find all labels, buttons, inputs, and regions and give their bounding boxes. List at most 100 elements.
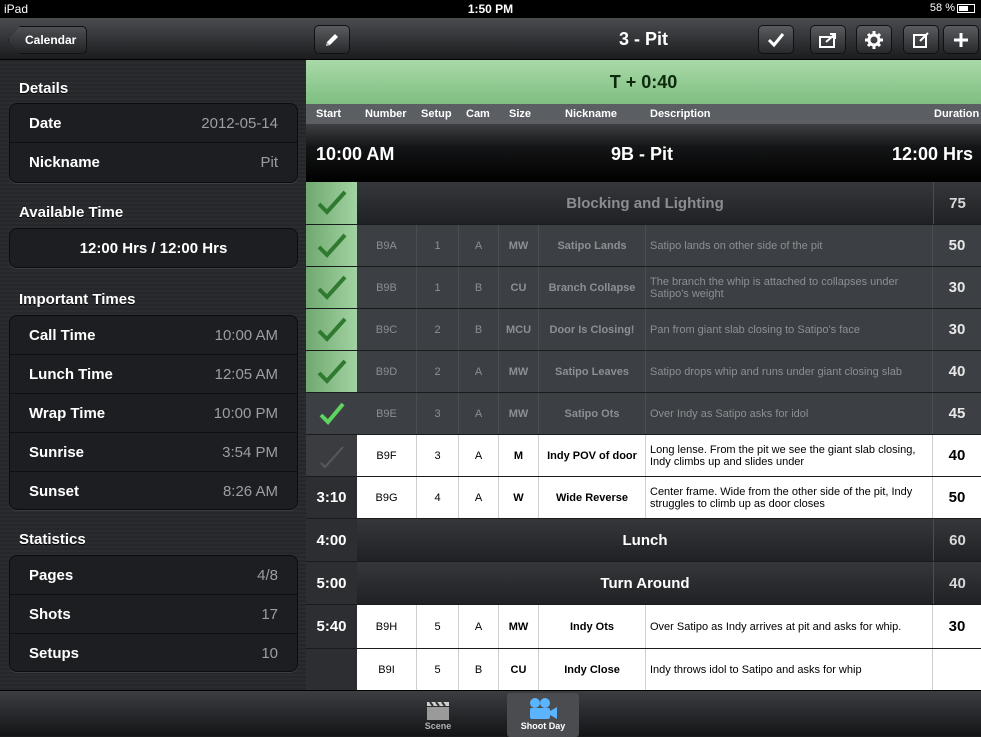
time-value: 8:26 AM (222, 483, 278, 500)
table-row[interactable]: B9B 1 B CU Branch Collapse The branch th… (306, 267, 981, 309)
important-times-header: Important Times (19, 291, 136, 308)
battery-icon (957, 3, 975, 13)
shot-start (306, 649, 357, 690)
shot-number: B9F (357, 435, 417, 476)
detail-row-nickname[interactable]: Nickname Pit (10, 143, 297, 182)
statistics-header: Statistics (19, 531, 86, 548)
day-duration: 12:00 Hrs (891, 144, 973, 164)
time-value: 12:05 AM (214, 366, 278, 383)
table-row[interactable]: 5:40 B9H 5 A MW Indy Ots Over Satipo as … (306, 605, 981, 649)
sidebar-nav-bar: Calendar (0, 18, 306, 60)
tab-bar: Scene Shoot Day (0, 690, 981, 737)
back-button[interactable]: Calendar (8, 26, 88, 54)
shot-cam: B (459, 267, 499, 308)
detail-value: Pit (260, 154, 278, 171)
band-label: Lunch (622, 531, 668, 549)
shot-setup: 2 (417, 309, 459, 350)
table-row[interactable]: B9F 3 A M Indy POV of door Long lense. F… (306, 435, 981, 477)
time-label: Wrap Time (29, 405, 106, 422)
available-time-value: 12:00 Hrs / 12:00 Hrs (79, 240, 228, 257)
stat-label: Shots (29, 606, 71, 623)
done-check[interactable] (306, 393, 357, 435)
band-duration: 75 (933, 182, 981, 224)
shot-description: Center frame. Wide from the other side o… (646, 477, 933, 518)
shot-size: MW (499, 351, 539, 392)
done-check[interactable] (306, 267, 357, 309)
shot-number: B9A (357, 225, 417, 266)
shot-size: CU (499, 267, 539, 308)
band-label: Turn Around (600, 574, 690, 592)
video-camera-icon (530, 698, 557, 719)
shot-setup: 5 (417, 649, 459, 690)
plus-icon (954, 32, 968, 47)
settings-button[interactable] (856, 25, 892, 54)
shot-number: B9D (357, 351, 417, 392)
details-header: Details (19, 80, 69, 97)
battery-indicator: 58 % (930, 2, 975, 14)
day-scene: 9B - Pit (611, 144, 674, 164)
shot-nickname: Indy Close (539, 649, 646, 690)
add-button[interactable] (943, 25, 979, 54)
shot-number: B9C (357, 309, 417, 350)
available-time-group: 12:00 Hrs / 12:00 Hrs (9, 228, 298, 268)
shot-number: B9H (357, 605, 417, 648)
checkmark-icon (319, 445, 344, 468)
done-check[interactable] (306, 309, 357, 351)
tab-label: Shoot Day (520, 721, 566, 731)
time-row-lunch[interactable]: Lunch Time 12:05 AM (10, 355, 297, 394)
shot-description: Over Satipo as Indy arrives at pit and a… (646, 605, 933, 648)
turnaround-row[interactable]: 5:00 Turn Around 40 (306, 562, 981, 605)
table-row[interactable]: B9I 5 B CU Indy Close Indy throws idol t… (306, 649, 981, 690)
shot-number: B9I (357, 649, 417, 690)
done-check[interactable] (306, 435, 357, 477)
shot-duration: 30 (933, 309, 981, 350)
shot-nickname: Door Is Closing! (539, 309, 646, 350)
shot-description: Satipo lands on other side of the pit (646, 225, 933, 266)
shot-duration: 30 (948, 618, 966, 635)
gear-icon (865, 30, 883, 49)
done-check[interactable] (306, 225, 357, 267)
elapsed-timer: T + 0:40 (306, 60, 981, 104)
table-row[interactable]: 3:10 B9G 4 A W Wide Reverse Center frame… (306, 477, 981, 519)
compose-icon (913, 31, 929, 48)
shot-setup: 2 (417, 351, 459, 392)
done-check[interactable] (306, 351, 357, 393)
shot-duration: 45 (933, 393, 981, 434)
detail-row-date[interactable]: Date 2012-05-14 (10, 104, 297, 143)
shot-cam: A (459, 225, 499, 266)
day-start: 10:00 AM (316, 144, 395, 164)
compose-button[interactable] (903, 25, 939, 54)
time-row-sunset[interactable]: Sunset 8:26 AM (10, 472, 297, 511)
time-row-sunrise[interactable]: Sunrise 3:54 PM (10, 433, 297, 472)
complete-button[interactable] (758, 25, 794, 54)
shot-nickname: Satipo Lands (539, 225, 646, 266)
tab-scene[interactable]: Scene (402, 693, 474, 737)
checkmark-icon (319, 402, 345, 425)
shot-nickname: Satipo Leaves (539, 351, 646, 392)
table-row[interactable]: B9E 3 A MW Satipo Ots Over Indy as Satip… (306, 393, 981, 435)
shot-duration (933, 649, 981, 690)
time-row-call[interactable]: Call Time 10:00 AM (10, 316, 297, 355)
table-row[interactable]: B9D 2 A MW Satipo Leaves Satipo drops wh… (306, 351, 981, 393)
sidebar: Calendar Details Date 2012-05-14 Nickname… (0, 18, 306, 690)
table-row[interactable]: B9A 1 A MW Satipo Lands Satipo lands on … (306, 225, 981, 267)
shot-setup: 3 (417, 393, 459, 434)
share-button[interactable] (810, 25, 846, 54)
shot-start: 3:10 (306, 477, 357, 519)
day-summary-row[interactable]: 10:00 AM 9B - Pit 12:00 Hrs (306, 124, 981, 182)
lunch-row[interactable]: 4:00 Lunch 60 (306, 519, 981, 562)
time-value: 10:00 AM (214, 327, 278, 344)
shot-description: Long lense. From the pit we see the gian… (646, 435, 933, 476)
shot-nickname: Branch Collapse (539, 267, 646, 308)
stat-label: Setups (29, 645, 80, 662)
table-row[interactable]: B9C 2 B MCU Door Is Closing! Pan from gi… (306, 309, 981, 351)
available-time-header: Available Time (19, 204, 124, 221)
blocking-row[interactable]: Blocking and Lighting 75 (306, 182, 981, 225)
stat-label: Pages (29, 567, 74, 584)
tab-shoot-day[interactable]: Shoot Day (507, 693, 579, 737)
time-row-wrap[interactable]: Wrap Time 10:00 PM (10, 394, 297, 433)
done-check[interactable] (306, 182, 357, 225)
available-time-row[interactable]: 12:00 Hrs / 12:00 Hrs (10, 229, 297, 268)
shot-number: B9E (357, 393, 417, 434)
shot-start: 5:40 (306, 605, 357, 649)
